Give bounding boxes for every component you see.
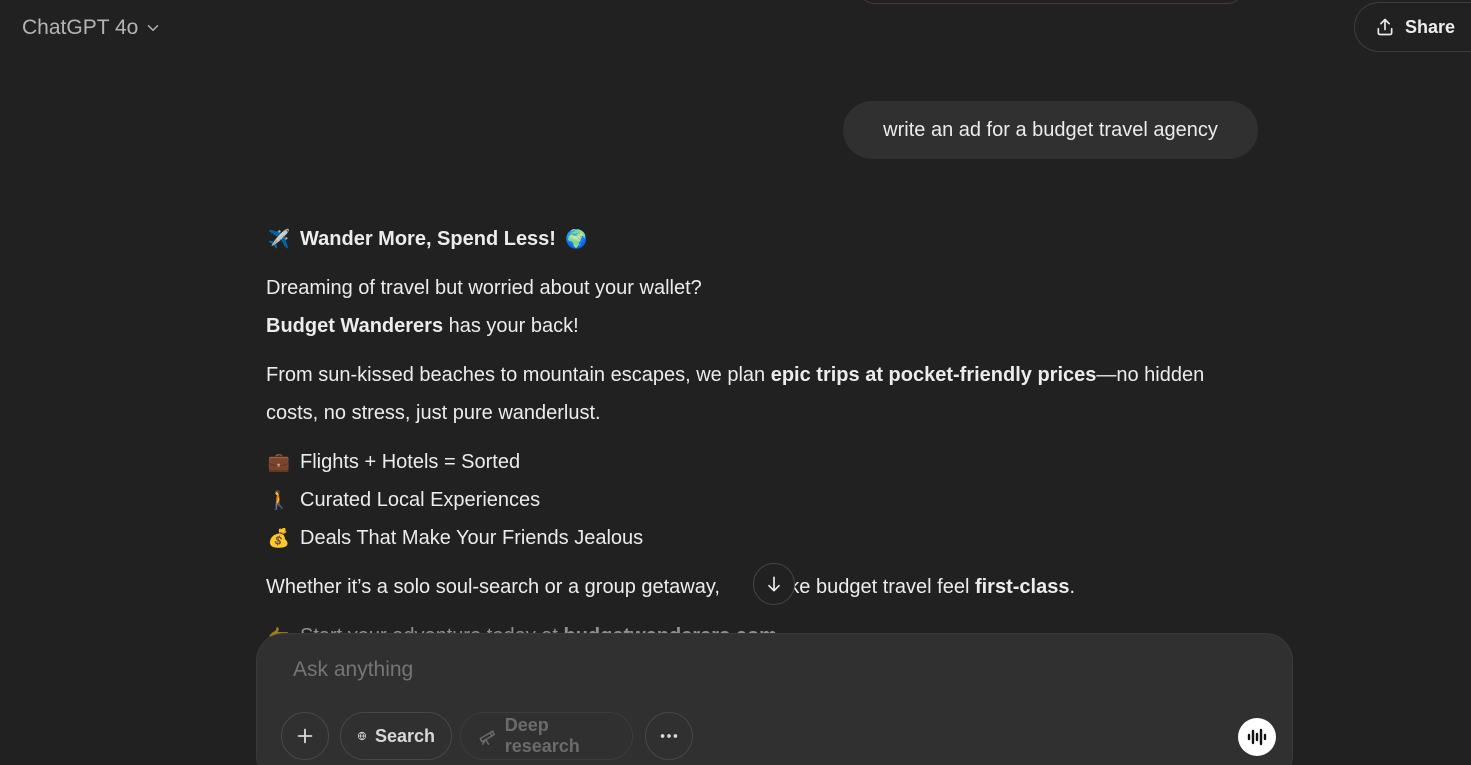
feature-text: Curated Local Experiences [300,489,541,511]
voice-mode-button[interactable] [1238,718,1276,756]
prompt-input[interactable] [293,658,1193,682]
user-message: write an ad for a budget travel agency [843,101,1258,159]
offer-end: —no hidden [1096,364,1205,386]
ellipsis-icon [660,734,678,738]
intro-line-1: Dreaming of travel but worried about you… [266,277,702,299]
closing-start: Whether it’s a solo soul-search or a gro… [266,576,720,598]
deep-research-label: Deep research [504,715,580,756]
share-label: Share [1405,16,1456,37]
share-icon [1377,18,1393,36]
feature-text: Deals That Make Your Friends Jealous [300,527,644,549]
voice-waveform-icon [1247,728,1267,746]
offer-bold: epic trips at pocket-friendly prices [770,364,1097,386]
feature-text: Flights + Hotels = Sorted [300,451,521,473]
share-button[interactable]: Share [1354,2,1471,52]
briefcase-emoji: 💼 [267,452,291,472]
feature-list: 💼 Flights + Hotels = Sorted 🚶 Curated Loca… [266,443,1266,557]
top-banner-pill [858,0,1244,4]
intro-line-2-rest: has your back! [443,315,579,337]
feature-item: 🚶 Curated Local Experiences [266,481,1266,519]
model-switcher[interactable]: ChatGPT 4o [12,10,172,46]
brand-name: Budget Wanderers [266,315,444,337]
money-bag-emoji: 💰 [267,528,291,548]
closing-bold: first-class [974,576,1070,598]
composer: Search Deep research [256,633,1293,765]
scroll-to-bottom-button[interactable] [753,563,795,605]
telescope-icon [479,730,496,745]
globe-emoji: 🌍 [565,229,588,249]
plus-icon [297,728,313,744]
add-attachment-button[interactable] [281,712,329,760]
feature-item: 💰 Deals That Make Your Friends Jealous [266,519,1266,557]
walking-person-emoji: 🚶 [267,490,291,510]
user-message-text: write an ad for a budget travel agency [883,118,1218,141]
chat-app: ChatGPT 4o Share write an ad for a budge… [0,0,1471,765]
intro-line-2: Budget Wanderers has your back! [266,307,1266,345]
model-label: ChatGPT 4o [22,16,139,39]
offer-start: From sun-kissed beaches to mountain esca… [266,364,771,386]
search-button[interactable]: Search [340,712,452,760]
intro-paragraph: Dreaming of travel but worried about you… [266,269,1266,345]
ad-headline: ✈️ Wander More, Spend Less! 🌍 [266,220,1266,258]
offer-line-1: From sun-kissed beaches to mountain esca… [266,356,1266,394]
airplane-emoji: ✈️ [267,229,291,249]
more-tools-button[interactable] [645,712,693,760]
offer-paragraph: From sun-kissed beaches to mountain esca… [266,356,1266,432]
chevron-down-icon [148,25,159,31]
offer-line-2: costs, no stress, just pure wanderlust. [266,402,601,424]
arrow-down-icon [768,576,780,592]
feature-item: 💼 Flights + Hotels = Sorted [266,443,1266,481]
deep-research-button[interactable]: Deep research [460,712,633,760]
globe-icon [357,731,367,741]
closing-end: . [1069,576,1076,598]
headline-text: Wander More, Spend Less! [300,228,556,250]
search-label: Search [374,725,435,746]
